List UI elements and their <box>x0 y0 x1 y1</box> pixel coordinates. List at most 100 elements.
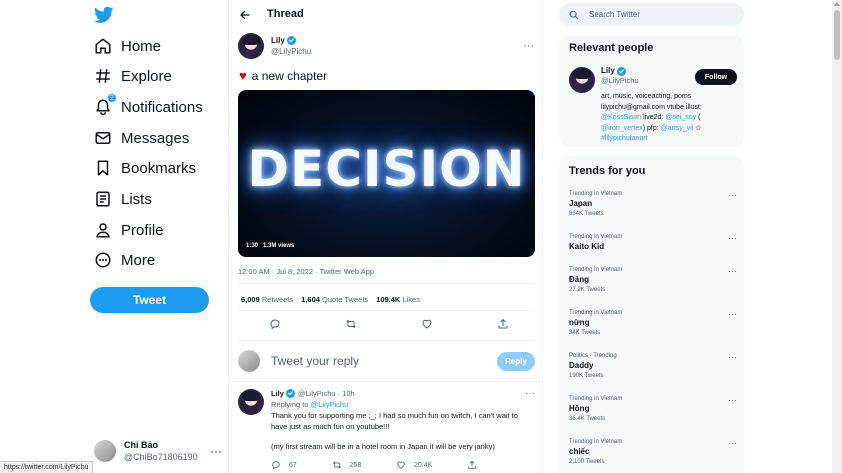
more-dots-icon[interactable]: ··· <box>728 352 737 362</box>
back-arrow-icon[interactable] <box>239 8 251 22</box>
like-icon[interactable] <box>421 318 433 330</box>
trend-item[interactable]: Trending in Vietnam Kaito Kid ··· <box>569 233 737 253</box>
more-dots-icon[interactable]: ··· <box>525 388 535 399</box>
tweet-text: ♥ a new chapter <box>239 68 327 83</box>
author-name[interactable]: Lily <box>271 35 285 46</box>
reply-action[interactable]: 67 <box>271 460 297 470</box>
avatar <box>94 440 116 462</box>
nav-explore[interactable]: Explore <box>94 63 172 89</box>
retweet-icon[interactable] <box>345 318 357 330</box>
share-icon <box>468 460 476 469</box>
tweet-video[interactable]: DECISION 1:30 1.3M views <box>238 90 535 257</box>
verified-badge-icon <box>616 66 626 76</box>
more-dots-icon[interactable]: ··· <box>728 190 737 200</box>
like-action[interactable]: 20.4K <box>396 460 432 470</box>
page-scrollbar[interactable] <box>832 0 842 473</box>
author-handle[interactable]: @LilyPichu <box>271 46 311 57</box>
video-views: 1.3M views <box>263 243 295 249</box>
bio-link[interactable]: @sei_soy <box>665 114 696 121</box>
more-dots-icon[interactable]: ··· <box>523 40 534 52</box>
nav-more[interactable]: More <box>94 247 155 273</box>
trend-item[interactable]: Trending in Vietnam Hồng 36.4K Tweets ··… <box>569 395 737 423</box>
envelope-icon <box>94 129 112 147</box>
tweet-text-content: a new chapter <box>251 68 328 83</box>
reply-icon[interactable] <box>269 318 281 330</box>
nav-label: More <box>121 251 156 269</box>
more-dots-icon[interactable]: ··· <box>728 395 737 405</box>
bio-link[interactable]: @artsy_vii <box>661 125 694 132</box>
nav-bookmarks[interactable]: Bookmarks <box>94 155 196 181</box>
more-dots-icon[interactable]: ··· <box>728 233 737 243</box>
trend-item[interactable]: Trending in Vietnam Đăng 27.2K Tweets ··… <box>569 266 737 294</box>
search-bar[interactable] <box>559 3 744 26</box>
tweet-actions <box>269 318 509 330</box>
share-action[interactable] <box>467 460 477 470</box>
nav-home[interactable]: Home <box>94 33 161 59</box>
more-dots-icon[interactable]: ··· <box>210 444 222 458</box>
replying-to-link[interactable]: @LilyPichu <box>311 400 349 409</box>
account-name: Chi Bảo <box>124 440 159 450</box>
tweet-author: Lily @LilyPichu ··· <box>238 33 534 59</box>
bio-link[interactable]: @iron_vertex <box>601 125 643 132</box>
reply-text: (my first stream will be in a hotel room… <box>271 442 495 451</box>
avatar[interactable] <box>238 389 264 415</box>
more-circle-icon <box>94 251 112 269</box>
nav-label: Notifications <box>121 98 203 116</box>
heart-emoji-icon: ♥ <box>239 68 247 83</box>
tweet-stats: 6,009 Retweets 1,604 Quote Tweets 109.4K… <box>241 295 420 304</box>
scroll-up-arrow-icon[interactable] <box>834 2 840 6</box>
more-dots-icon[interactable]: ··· <box>728 266 737 276</box>
tweet-button[interactable]: Tweet <box>90 287 209 313</box>
retweet-action[interactable]: 258 <box>332 460 361 470</box>
nav-lists[interactable]: Lists <box>94 186 152 212</box>
account-switcher[interactable]: Chi Bảo @ChiBo71806190 ··· <box>94 436 222 466</box>
more-dots-icon[interactable]: ··· <box>728 309 737 319</box>
trend-item[interactable]: Trending in Vietnam chiếc 2,100 Tweets ·… <box>569 438 737 466</box>
twitter-logo-icon[interactable] <box>94 6 114 24</box>
person-name[interactable]: Lily <box>601 66 615 76</box>
bio-link[interactable]: @KrissSison <box>601 114 641 121</box>
person-icon <box>94 221 112 239</box>
trend-item[interactable]: Trending in Vietnam Japan 664K Tweets ··… <box>569 190 737 218</box>
author-name[interactable]: Lily <box>271 388 284 399</box>
nav-label: Profile <box>121 221 164 239</box>
relevant-people-card: Relevant people Lily @LilyPichu Follow a… <box>559 35 744 147</box>
hashtag-icon <box>94 67 112 85</box>
home-icon <box>94 37 112 55</box>
nav-messages[interactable]: Messages <box>94 125 189 151</box>
reply-button[interactable]: Reply <box>497 351 535 371</box>
verified-badge-icon <box>286 36 296 45</box>
trend-item[interactable]: Trending in Vietnam nừng 34K Tweets ··· <box>569 309 737 337</box>
reply-input[interactable] <box>271 354 471 368</box>
trends-title: Trends for you <box>569 165 646 177</box>
nav-profile[interactable]: Profile <box>94 217 164 243</box>
search-icon <box>569 10 579 19</box>
right-sidebar: Relevant people Lily @LilyPichu Follow a… <box>559 0 744 473</box>
retweets-stat[interactable]: 6,009 Retweets <box>241 295 293 304</box>
follow-button[interactable]: Follow <box>695 69 737 85</box>
share-icon[interactable] <box>497 318 509 330</box>
reply-composer: Reply <box>238 348 535 374</box>
nav-label: Messages <box>121 129 190 147</box>
trend-item[interactable]: Politics · Trending Daddy 190K Tweets ··… <box>569 352 737 380</box>
status-bar-url: https://twitter.com/LilyPichu <box>0 461 94 473</box>
like-icon <box>397 461 405 469</box>
search-input[interactable] <box>589 10 729 19</box>
avatar[interactable] <box>569 67 595 93</box>
bookmark-icon <box>94 159 112 177</box>
left-nav: Home Explore 2 Notifications Messages Bo… <box>0 0 228 473</box>
video-duration: 1:30 <box>246 243 259 249</box>
main-column: Thread Lily @LilyPichu ··· ♥ a new chapt… <box>228 0 543 473</box>
nav-notifications[interactable]: 2 Notifications <box>94 93 203 120</box>
video-title-text: DECISION <box>247 140 526 198</box>
person-handle[interactable]: @LilyPichu <box>601 76 639 86</box>
tweet-timestamp[interactable]: 12:00 AM · Jul 8, 2022 · Twitter Web App <box>238 267 374 276</box>
bio-hashtag[interactable]: #lilypichufanart <box>601 135 648 142</box>
avatar[interactable] <box>238 33 264 59</box>
page-title: Thread <box>267 8 304 20</box>
more-dots-icon[interactable]: ··· <box>728 438 737 448</box>
quotes-stat[interactable]: 1,604 Quote Tweets <box>301 295 368 304</box>
author-handle[interactable]: @LilyPichu · 10h <box>298 388 355 399</box>
likes-stat[interactable]: 109.4K Likes <box>376 295 420 304</box>
scroll-thumb[interactable] <box>834 10 840 60</box>
